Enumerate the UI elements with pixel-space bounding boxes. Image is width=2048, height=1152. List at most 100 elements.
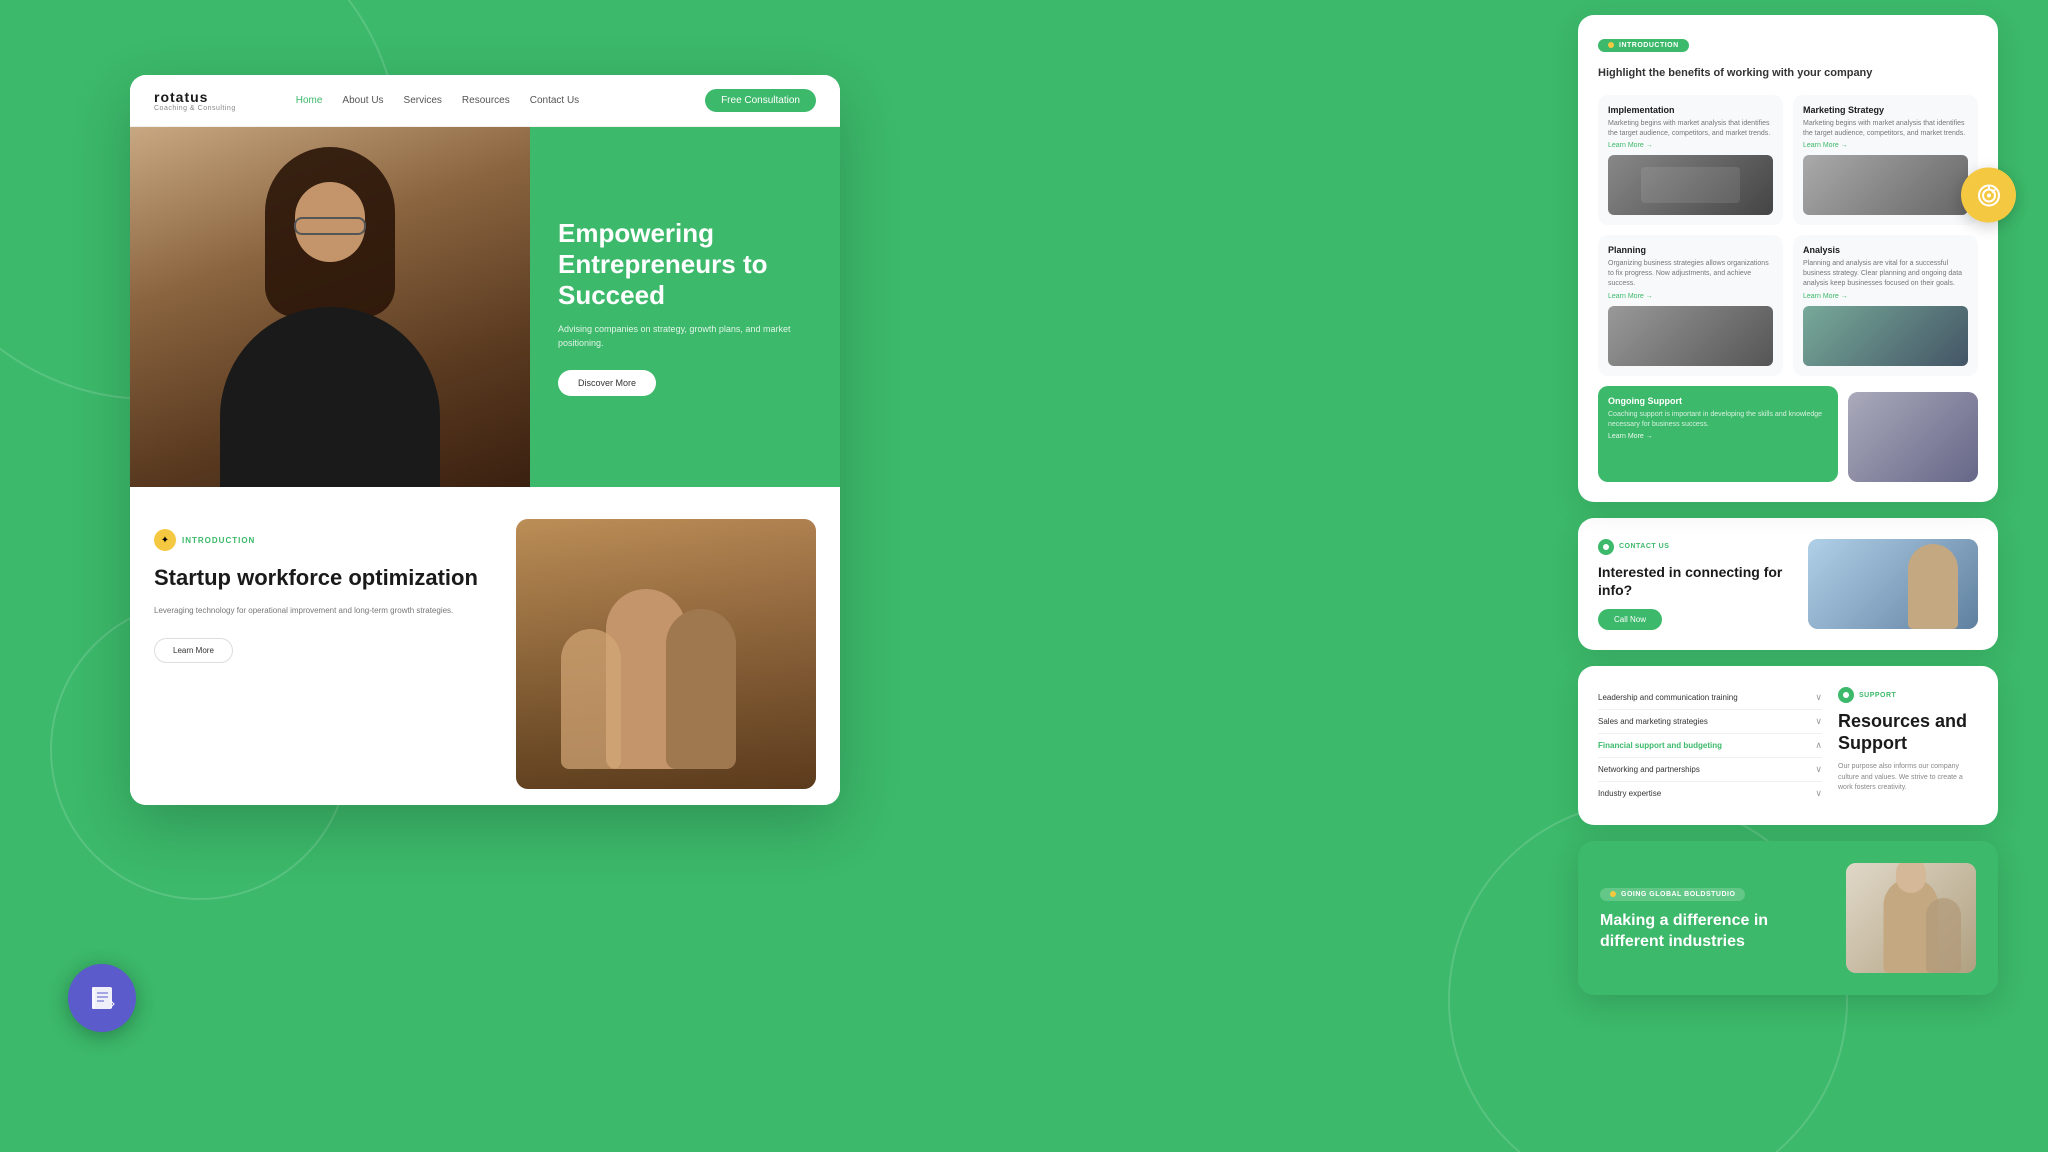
service-item-marketing[interactable]: Marketing Strategy Marketing begins with… (1793, 95, 1978, 226)
logo: rotatus Coaching & Consulting (154, 89, 236, 112)
goal-icon (1961, 168, 2016, 223)
industries-tag-dot (1610, 891, 1616, 897)
nav-link-services[interactable]: Services (404, 95, 442, 106)
badge-label: INTRODUCTION (182, 536, 255, 545)
resource-arrow-2: ∨ (1815, 716, 1822, 727)
resource-text-5: Industry expertise (1598, 789, 1661, 798)
intro-badge: ✦ INTRODUCTION (154, 529, 492, 551)
service-image-marketing (1803, 155, 1968, 215)
badge-icon: ✦ (154, 529, 176, 551)
free-consultation-button[interactable]: Free Consultation (705, 89, 816, 112)
resources-list: Leadership and communication training ∨ … (1598, 686, 1822, 805)
service-learn-planning[interactable]: Learn More → (1608, 293, 1773, 300)
left-website-mockup: rotatus Coaching & Consulting Home About… (130, 75, 840, 805)
resource-arrow-3: ∧ (1815, 740, 1822, 751)
service-name-planning: Planning (1608, 245, 1773, 255)
resources-list-section: Leadership and communication training ∨ … (1598, 686, 1822, 805)
resources-description: Our purpose also informs our company cul… (1838, 762, 1978, 794)
resource-text-1: Leadership and communication training (1598, 693, 1738, 702)
section-title: Startup workforce optimization (154, 565, 492, 591)
book-icon (86, 982, 118, 1014)
support-tag-label: SUPPORT (1859, 692, 1896, 699)
group-photo (516, 519, 816, 789)
service-image-impl (1608, 155, 1773, 215)
support-tag: SUPPORT (1838, 687, 1896, 703)
service-item-support[interactable]: Ongoing Support Coaching support is impo… (1598, 386, 1838, 482)
resources-title: Resources and Support (1838, 711, 1978, 754)
bottom-left-icon (68, 964, 136, 1032)
section-description: Leveraging technology for operational im… (154, 605, 492, 618)
contact-left: CONTACT US Interested in connecting for … (1598, 538, 1792, 630)
nav-links: Home About Us Services Resources Contact… (296, 95, 705, 106)
nav-link-home[interactable]: Home (296, 95, 323, 106)
industries-left: GOING GLOBAL BOLDSTUDIO Making a differe… (1600, 884, 1830, 952)
service-image-planning (1608, 306, 1773, 366)
services-intro-tag: INTRODUCTION (1598, 39, 1689, 52)
target-icon (1975, 181, 2003, 209)
service-learn-impl[interactable]: Learn More → (1608, 142, 1773, 149)
navbar: rotatus Coaching & Consulting Home About… (130, 75, 840, 127)
contact-card: CONTACT US Interested in connecting for … (1578, 518, 1998, 650)
service-name-support: Ongoing Support (1608, 396, 1828, 406)
industries-tag-label: GOING GLOBAL BOLDSTUDIO (1621, 891, 1735, 898)
logo-name: rotatus (154, 89, 236, 105)
resources-right: SUPPORT Resources and Support Our purpos… (1838, 686, 1978, 805)
resource-item-5[interactable]: Industry expertise ∨ (1598, 782, 1822, 805)
second-section-left: ✦ INTRODUCTION Startup workforce optimiz… (154, 519, 492, 789)
service-image-analysis (1803, 306, 1968, 366)
nav-link-about[interactable]: About Us (342, 95, 383, 106)
industries-title: Making a difference in different industr… (1600, 911, 1830, 953)
discover-more-button[interactable]: Discover More (558, 370, 656, 396)
contact-title: Interested in connecting for info? (1598, 563, 1792, 599)
resource-arrow-4: ∨ (1815, 764, 1822, 775)
service-learn-marketing[interactable]: Learn More → (1803, 142, 1968, 149)
service-name-marketing: Marketing Strategy (1803, 105, 1968, 115)
hero-image (130, 127, 530, 487)
services-grid: Implementation Marketing begins with mar… (1598, 95, 1978, 376)
hero-subtitle: Advising companies on strategy, growth p… (558, 323, 812, 350)
right-panel: INTRODUCTION Highlight the benefits of w… (1578, 15, 1998, 1135)
industries-tag: GOING GLOBAL BOLDSTUDIO (1600, 888, 1745, 901)
hero-title: Empowering Entrepreneurs to Succeed (558, 218, 812, 312)
contact-image (1808, 539, 1978, 629)
contact-tag: CONTACT US (1598, 539, 1669, 555)
logo-subtitle: Coaching & Consulting (154, 105, 236, 112)
call-now-button[interactable]: Call Now (1598, 609, 1662, 630)
service-desc-marketing: Marketing begins with market analysis th… (1803, 119, 1968, 139)
service-name-analysis: Analysis (1803, 245, 1968, 255)
service-desc-impl: Marketing begins with market analysis th… (1608, 119, 1773, 139)
service-image-support (1848, 392, 1978, 482)
contact-tag-icon (1598, 539, 1614, 555)
resource-item-3[interactable]: Financial support and budgeting ∧ (1598, 734, 1822, 758)
service-learn-analysis[interactable]: Learn More → (1803, 293, 1968, 300)
second-section: ✦ INTRODUCTION Startup workforce optimiz… (130, 487, 840, 805)
service-item-analysis[interactable]: Analysis Planning and analysis are vital… (1793, 235, 1978, 375)
services-card-wrapper: INTRODUCTION Highlight the benefits of w… (1578, 15, 1998, 502)
support-tag-icon (1838, 687, 1854, 703)
resource-arrow-1: ∨ (1815, 692, 1822, 703)
resource-item-4[interactable]: Networking and partnerships ∨ (1598, 758, 1822, 782)
tag-dot (1608, 42, 1614, 48)
nav-link-contact[interactable]: Contact Us (530, 95, 579, 106)
services-tagline: Highlight the benefits of working with y… (1598, 66, 1978, 81)
resource-text-3: Financial support and budgeting (1598, 741, 1722, 750)
industries-card: GOING GLOBAL BOLDSTUDIO Making a differe… (1578, 841, 1998, 995)
service-item-planning[interactable]: Planning Organizing business strategies … (1598, 235, 1783, 375)
learn-more-button[interactable]: Learn More (154, 638, 233, 663)
ongoing-support-row: Ongoing Support Coaching support is impo… (1598, 386, 1978, 482)
service-name-impl: Implementation (1608, 105, 1773, 115)
service-desc-analysis: Planning and analysis are vital for a su… (1803, 259, 1968, 288)
services-card: INTRODUCTION Highlight the benefits of w… (1578, 15, 1998, 502)
resource-text-4: Networking and partnerships (1598, 765, 1700, 774)
resource-item-1[interactable]: Leadership and communication training ∨ (1598, 686, 1822, 710)
services-tag-label: INTRODUCTION (1619, 42, 1679, 49)
nav-link-resources[interactable]: Resources (462, 95, 510, 106)
resource-item-2[interactable]: Sales and marketing strategies ∨ (1598, 710, 1822, 734)
service-learn-support[interactable]: Learn More → (1608, 433, 1828, 440)
industries-image (1846, 863, 1976, 973)
resource-text-2: Sales and marketing strategies (1598, 717, 1708, 726)
service-desc-planning: Organizing business strategies allows or… (1608, 259, 1773, 288)
service-item-implementation[interactable]: Implementation Marketing begins with mar… (1598, 95, 1783, 226)
resources-card: Leadership and communication training ∨ … (1578, 666, 1998, 825)
service-desc-support: Coaching support is important in develop… (1608, 410, 1828, 430)
